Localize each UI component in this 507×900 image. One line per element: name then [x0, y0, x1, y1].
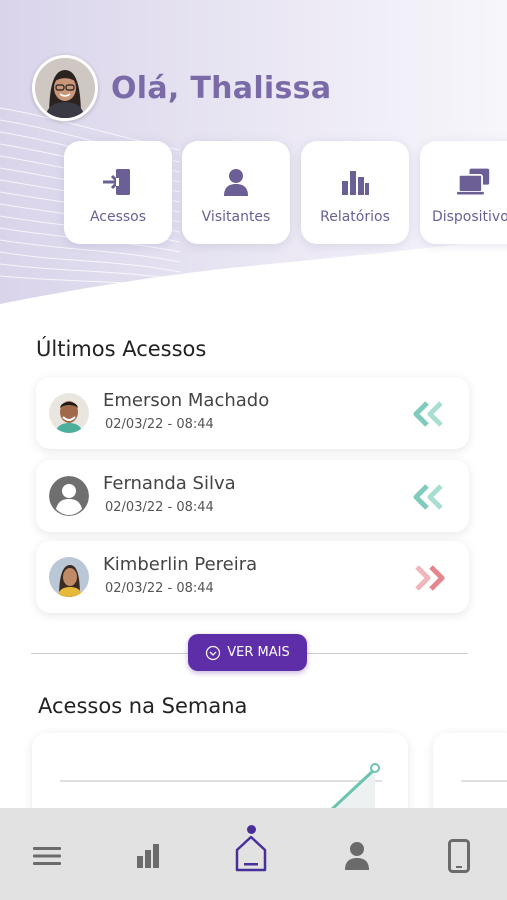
access-name: Kimberlin Pereira: [103, 554, 258, 575]
quick-action-acessos[interactable]: Acessos: [64, 141, 172, 244]
see-more-button[interactable]: VER MAIS: [188, 634, 307, 671]
quick-action-dispositivos[interactable]: Dispositivos: [420, 141, 507, 244]
access-name: Emerson Machado: [103, 390, 270, 411]
person-icon: [219, 165, 253, 199]
active-indicator: [247, 825, 256, 834]
section-title-weekly: Acessos na Semana: [38, 694, 248, 718]
section-title-last-access: Últimos Acessos: [36, 337, 207, 361]
login-door-icon: [101, 165, 135, 199]
quick-action-relatorios[interactable]: Relatórios: [301, 141, 409, 244]
avatar: [49, 393, 89, 433]
greeting-text: Olá, Thalissa: [111, 70, 332, 106]
chevron-down-circle-icon: [205, 645, 221, 661]
home-icon[interactable]: [233, 835, 269, 872]
access-item[interactable]: Kimberlin Pereira 02/03/22 - 08:44: [36, 541, 469, 613]
avatar-placeholder: [49, 476, 89, 516]
smartphone-icon[interactable]: [441, 838, 477, 874]
quick-action-label: Relatórios: [320, 209, 390, 225]
quick-action-visitantes[interactable]: Visitantes: [182, 141, 290, 244]
double-chevron-right-icon: [413, 565, 445, 591]
access-name: Fernanda Silva: [103, 473, 236, 494]
bar-chart-icon: [338, 165, 372, 199]
quick-action-label: Acessos: [89, 209, 147, 225]
quick-action-label: Visitantes: [201, 209, 271, 225]
greeting: Olá, Thalissa: [32, 54, 331, 122]
devices-icon: [457, 165, 491, 199]
avatar: [49, 557, 89, 597]
double-chevron-left-icon: [413, 401, 445, 427]
access-item[interactable]: Emerson Machado 02/03/22 - 08:44: [36, 377, 469, 449]
quick-action-label: Dispositivos: [431, 209, 507, 225]
access-time: 02/03/22 - 08:44: [105, 417, 214, 432]
menu-icon[interactable]: [29, 838, 65, 874]
bar-chart-icon[interactable]: [130, 838, 166, 874]
avatar[interactable]: [32, 55, 98, 121]
access-time: 02/03/22 - 08:44: [105, 581, 214, 596]
see-more-label: VER MAIS: [227, 645, 290, 660]
access-time: 02/03/22 - 08:44: [105, 500, 214, 515]
bottom-nav: [0, 808, 507, 900]
person-icon[interactable]: [339, 838, 375, 874]
double-chevron-left-icon: [413, 484, 445, 510]
access-item[interactable]: Fernanda Silva 02/03/22 - 08:44: [36, 460, 469, 532]
